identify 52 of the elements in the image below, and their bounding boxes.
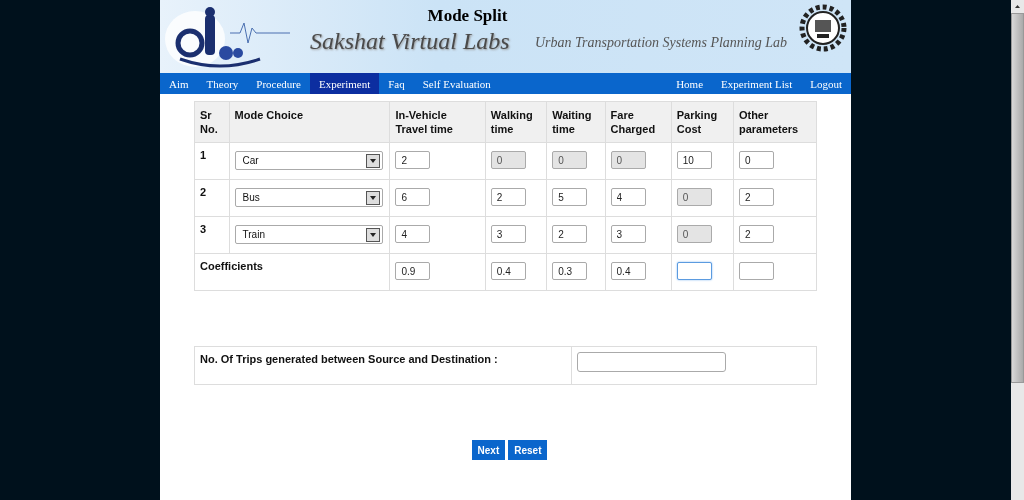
field-label: No. Of Trips generated between Source and Destination : [200,353,498,365]
input-field[interactable]: 2 [490,188,526,206]
input-field[interactable] [676,262,712,280]
input-field[interactable]: 0.4 [610,262,646,280]
input-field[interactable] [738,262,774,280]
row-number: 1 [200,149,207,161]
brand-name: Sakshat Virtual Labs [310,28,510,55]
column-header: Mode Choice [229,101,390,143]
input-field[interactable] [577,352,726,372]
nav-link[interactable]: Logout [801,73,851,94]
nav-link[interactable]: Experiment [309,73,380,94]
nav-link[interactable]: Procedure [247,73,310,94]
input-field[interactable]: 2 [738,225,774,243]
row-number: 2 [200,186,207,198]
form-button[interactable]: Reset [508,440,548,460]
column-header: Walking time [485,101,547,143]
nav-link[interactable]: Theory [197,73,248,94]
row-label: Coefficients [200,260,263,272]
input-field[interactable]: 4 [610,188,646,206]
input-field[interactable]: 3 [490,225,526,243]
gear-emblem-icon [799,4,847,52]
input-field[interactable]: 2 [395,151,431,169]
lab-name: Urban Transportation Systems Planning Lab [534,35,787,51]
input-field[interactable]: 3 [610,225,646,243]
input-field[interactable]: 6 [395,188,431,206]
nav-link[interactable]: Faq [379,73,414,94]
input-field[interactable]: 10 [676,151,712,169]
input-field[interactable]: 0.9 [395,262,431,280]
mode-dropdown[interactable]: Car [234,151,383,170]
input-field[interactable]: 5 [552,188,588,206]
column-header: Waiting time [546,101,606,143]
column-header: Other parameters [733,101,817,143]
nav-link[interactable]: Aim [160,73,198,94]
input-field[interactable]: 0.4 [490,262,526,280]
form-button[interactable]: Next [471,440,506,460]
page-title: Mode Split [427,6,508,26]
column-header: Fare Charged [605,101,672,143]
column-header: Parking Cost [671,101,734,143]
input-field[interactable]: 0 [738,151,774,169]
nav-link[interactable]: Self Evaluation [413,73,500,94]
nav-link[interactable]: Home [667,73,713,94]
row-number: 3 [200,223,207,235]
mode-dropdown[interactable]: Train [234,225,383,244]
mode-dropdown[interactable]: Bus [234,188,383,207]
input-field[interactable]: 4 [395,225,431,243]
scrollbar-thumb[interactable] [1011,13,1024,383]
column-header: In-Vehicle Travel time [389,101,486,143]
input-field[interactable]: 0.3 [552,262,588,280]
column-header: Sr No. [194,101,230,143]
input-field[interactable]: 2 [738,188,774,206]
input-field[interactable]: 2 [552,225,588,243]
nav-link[interactable]: Experiment List [712,73,802,94]
